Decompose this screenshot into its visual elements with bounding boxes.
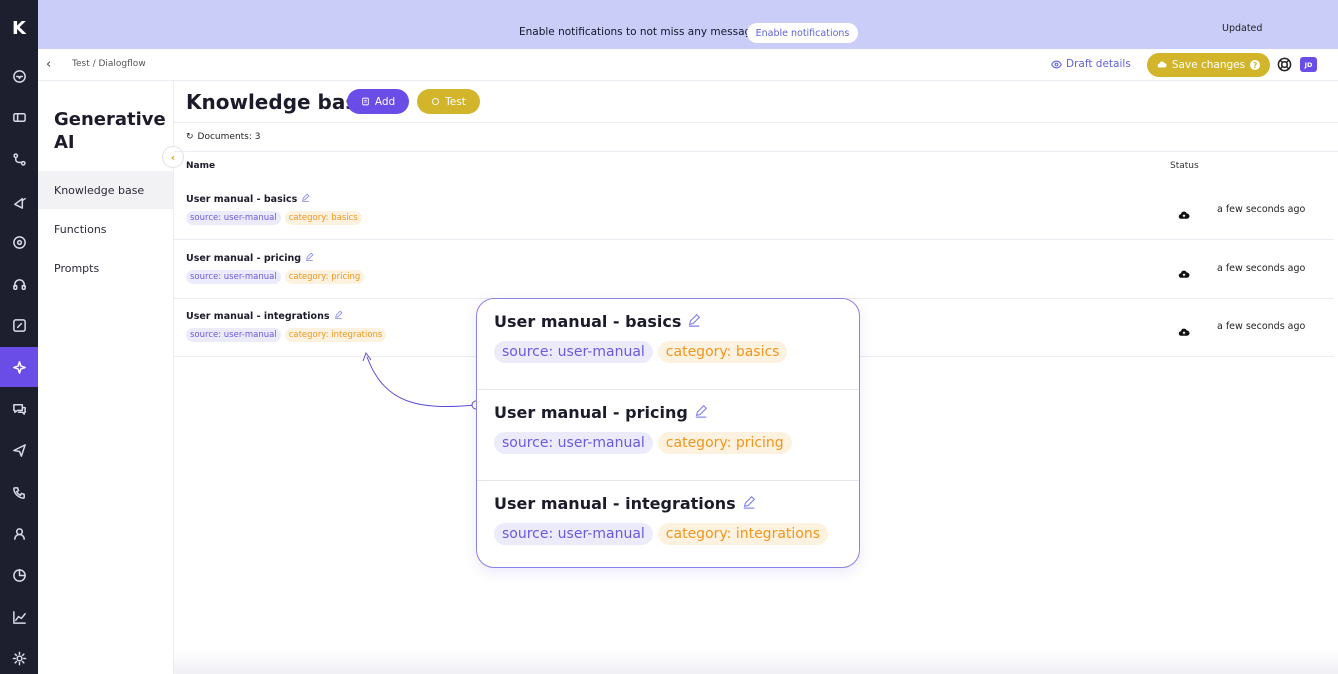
side-item-functions[interactable]: Functions — [38, 210, 173, 248]
side-panel-title: Generative AI — [54, 109, 166, 153]
back-chevron-icon[interactable]: ‹ — [46, 57, 51, 72]
table-row[interactable]: User manual - pricing source: user-manua… — [174, 240, 1334, 299]
phone-icon[interactable] — [0, 472, 38, 512]
column-header-name[interactable]: Name — [186, 161, 215, 171]
callout-document-name: User manual - pricing — [494, 403, 688, 422]
table-row[interactable]: User manual - basics source: user-manual… — [174, 181, 1334, 240]
updated-time: a few seconds ago — [1217, 321, 1306, 332]
callout-document-name: User manual - integrations — [494, 494, 736, 513]
source-tag: source: user-manual — [494, 341, 653, 363]
source-tag: source: user-manual — [494, 432, 653, 454]
documents-count-label: Documents: 3 — [197, 132, 261, 142]
pencil-icon[interactable] — [334, 310, 343, 322]
broadcast-icon[interactable] — [0, 181, 38, 221]
inbox-icon[interactable] — [0, 56, 38, 96]
category-tag: category: pricing — [284, 270, 365, 284]
category-tag: category: basics — [657, 341, 788, 363]
sparkle-ai-icon[interactable] — [0, 347, 38, 387]
pencil-icon[interactable] — [301, 193, 310, 205]
callout-row: User manual - integrations source: user-… — [477, 481, 859, 567]
save-changes-label: Save changes — [1171, 59, 1246, 71]
cloud-upload-icon — [1178, 322, 1190, 336]
documents-bar — [174, 122, 1338, 152]
category-tag: category: basics — [284, 211, 362, 225]
source-tag: source: user-manual — [186, 270, 281, 284]
category-tag: category: integrations — [284, 328, 387, 342]
source-tag: source: user-manual — [186, 211, 281, 225]
breadcrumb[interactable]: Test / Dialogflow — [72, 59, 146, 69]
analytics-icon[interactable] — [0, 597, 38, 637]
chat-bubbles-icon[interactable] — [0, 388, 38, 428]
updated-time: a few seconds ago — [1217, 263, 1306, 274]
cloud-upload-icon — [1178, 205, 1190, 219]
clock-chart-icon[interactable] — [0, 555, 38, 595]
headset-icon[interactable] — [0, 264, 38, 304]
document-name[interactable]: User manual - basics — [186, 194, 297, 205]
source-tag: source: user-manual — [494, 523, 653, 545]
documents-count[interactable]: ↻ Documents: 3 — [186, 132, 260, 142]
settings-icon[interactable] — [0, 638, 38, 674]
avatar[interactable]: JD — [1300, 57, 1317, 72]
updated-time: a few seconds ago — [1217, 204, 1306, 215]
add-label: Add — [374, 95, 396, 108]
source-tag: source: user-manual — [186, 328, 281, 342]
side-panel — [38, 81, 174, 674]
side-item-prompts[interactable]: Prompts — [38, 249, 173, 287]
support-lifebuoy-icon[interactable] — [1277, 57, 1292, 72]
draft-details-link[interactable]: Draft details — [1051, 58, 1131, 70]
pencil-icon[interactable] — [305, 252, 314, 264]
pencil-icon — [687, 312, 701, 331]
cloud-upload-icon — [1157, 61, 1167, 68]
callout-row: User manual - basics source: user-manual… — [477, 299, 859, 390]
test-label: Test — [445, 95, 466, 108]
callout-document-name: User manual - basics — [494, 312, 682, 331]
document-icon — [362, 97, 369, 106]
banner-message: Enable notifications to not miss any mes… — [519, 26, 758, 38]
pencil-icon — [742, 494, 756, 513]
tag-icon[interactable] — [0, 222, 38, 262]
draft-details-label: Draft details — [1066, 58, 1131, 70]
test-button[interactable]: Test — [417, 89, 480, 114]
ticket-icon[interactable] — [0, 97, 38, 137]
add-button[interactable]: Add — [347, 89, 409, 114]
app-logo[interactable]: K — [0, 18, 38, 39]
side-item-knowledge-base[interactable]: Knowledge base — [38, 171, 173, 209]
enable-notifications-button[interactable]: Enable notifications — [747, 23, 858, 43]
refresh-icon[interactable]: ↻ — [186, 132, 194, 142]
page-title: Knowledge base — [186, 90, 371, 114]
send-icon[interactable] — [0, 430, 38, 470]
help-circle-icon: ? — [1250, 60, 1261, 70]
document-name[interactable]: User manual - integrations — [186, 311, 330, 322]
column-header-status[interactable]: Status — [1170, 161, 1199, 171]
document-name[interactable]: User manual - pricing — [186, 253, 301, 264]
edit-square-icon[interactable] — [0, 305, 38, 345]
chat-icon — [432, 97, 440, 106]
category-tag: category: integrations — [657, 523, 829, 545]
pencil-icon — [694, 403, 708, 422]
team-icon[interactable] — [0, 513, 38, 553]
callout-row: User manual - pricing source: user-manua… — [477, 390, 859, 481]
zoom-callout: User manual - basics source: user-manual… — [476, 298, 860, 568]
top-bar — [38, 49, 1338, 81]
save-changes-button[interactable]: Save changes ? — [1147, 53, 1270, 77]
notification-banner — [38, 0, 1338, 49]
flow-icon[interactable] — [0, 139, 38, 179]
bottom-shadow — [174, 650, 1338, 674]
eye-icon — [1051, 60, 1062, 68]
category-tag: category: pricing — [657, 432, 792, 454]
cloud-upload-icon — [1178, 264, 1190, 278]
column-header-updated[interactable]: Updated — [1222, 23, 1262, 34]
left-rail: K — [0, 0, 38, 674]
